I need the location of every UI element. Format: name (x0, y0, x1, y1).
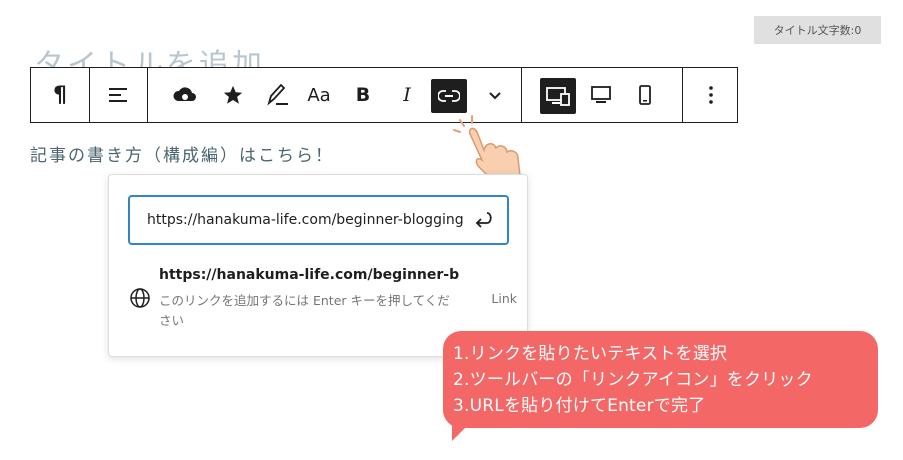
desktop-toggle[interactable] (583, 68, 619, 122)
instruction-step-2: 2.ツールバーの「リンクアイコン」をクリック (453, 370, 813, 390)
more-vertical-icon (709, 86, 713, 104)
callout-tail (452, 425, 468, 441)
toolbar-separator (682, 68, 683, 122)
chevron-down-icon (489, 92, 501, 100)
mobile-toggle[interactable] (627, 68, 663, 122)
font-size-button[interactable]: Aa (301, 68, 337, 122)
star-icon (223, 85, 243, 104)
instruction-step-1: 1.リンクを貼りたいテキストを選択 (453, 344, 728, 364)
pilcrow-icon: ¶ (53, 82, 67, 108)
cloud-icon (173, 87, 196, 101)
italic-button[interactable]: I (389, 68, 425, 122)
link-popover: https://hanakuma-life.com/beginner-blogg… (108, 174, 528, 357)
block-toolbar: ¶ Aa B I (30, 67, 738, 123)
bold-icon: B (355, 84, 371, 106)
paragraph-block-button[interactable]: ¶ (31, 68, 89, 122)
desktop-icon (591, 86, 611, 103)
align-left-icon (109, 88, 127, 102)
suggestion-description: このリンクを追加するには Enter キーを押してください (159, 293, 450, 328)
toolbar-separator (147, 68, 148, 122)
suggestion-title: https://hanakuma-life.com/beginner-bl... (159, 267, 459, 283)
instruction-step-3: 3.URLを貼り付けてEnterで完了 (453, 396, 706, 416)
align-button[interactable] (90, 68, 146, 122)
desktop-mobile-toggle[interactable] (540, 78, 576, 114)
link-suggestion-item[interactable]: https://hanakuma-life.com/beginner-bl...… (127, 263, 517, 335)
font-size-icon: Aa (307, 84, 331, 106)
link-button[interactable] (431, 79, 467, 113)
mobile-icon (639, 85, 651, 105)
suggestion-type: Link (491, 291, 517, 306)
bold-button[interactable]: B (345, 68, 381, 122)
options-button[interactable] (693, 68, 729, 122)
desktop-mobile-icon (546, 87, 570, 106)
url-input[interactable]: https://hanakuma-life.com/beginner-blogg… (128, 195, 509, 245)
highlight-button[interactable] (259, 68, 295, 122)
title-char-counter: タイトル文字数:0 (754, 16, 881, 44)
submit-return-icon[interactable] (471, 208, 495, 232)
url-input-value: https://hanakuma-life.com/beginner-blogg… (147, 212, 463, 228)
pen-icon (267, 83, 288, 106)
link-icon (438, 90, 460, 102)
paragraph-text[interactable]: 記事の書き方（構成編）はこちら！ (30, 141, 334, 166)
cloud-button[interactable] (167, 68, 203, 122)
instruction-callout: 1.リンクを貼りたいテキストを選択 2.ツールバーの「リンクアイコン」をクリック… (443, 331, 878, 428)
italic-icon: I (403, 84, 411, 106)
star-button[interactable] (215, 68, 251, 122)
globe-icon (130, 288, 150, 308)
